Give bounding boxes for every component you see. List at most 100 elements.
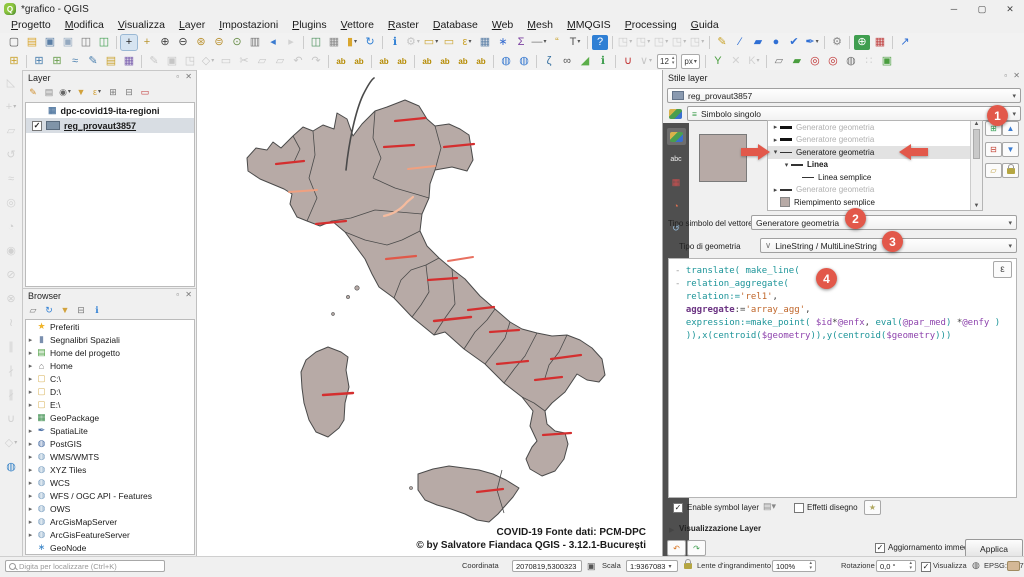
add-raster-layer-icon[interactable]: ⊞ (49, 54, 65, 69)
add-part-icon[interactable]: ◔ (3, 220, 19, 235)
tab-labels[interactable]: abc (667, 151, 686, 168)
open-attribute-table-icon[interactable]: ▦ (477, 35, 493, 50)
menu-database[interactable]: Database (426, 18, 485, 33)
browser-item-home[interactable]: ▸⌂Home (26, 359, 194, 372)
delete-ring-icon[interactable]: ⊘ (3, 268, 19, 283)
refresh-browser-icon[interactable]: ↻ (42, 304, 56, 317)
label-pin-unpin-icon[interactable]: ab (419, 54, 435, 69)
select-features-icon[interactable]: ▭▾ (423, 35, 439, 50)
options-gear-icon[interactable]: ⚙ (829, 35, 845, 50)
merge-features-icon[interactable]: ∪ (3, 412, 19, 427)
tab-3d[interactable]: ▦ (667, 174, 686, 191)
lock-color-button[interactable] (1002, 163, 1019, 178)
browser-item-wfs-ogc-api[interactable]: ▸◍WFS / OGC API - Features (26, 489, 194, 502)
save-project-as-icon[interactable]: ▣ (60, 35, 76, 50)
snapping-options-icon[interactable]: ∨▾ (638, 54, 654, 69)
add-delimited-text-icon[interactable]: ✎ (85, 54, 101, 69)
lock-scale-icon[interactable] (684, 563, 692, 569)
annotation-marker-icon[interactable]: ✎ (714, 35, 730, 50)
topology-k-icon[interactable]: K▾ (746, 54, 762, 69)
render-checkbox[interactable]: ✓ (921, 562, 931, 572)
browser-item-home-progetto[interactable]: ▸▤Home del progetto (26, 346, 194, 359)
cut-features-icon[interactable]: ✂ (236, 54, 252, 69)
tab-symbology[interactable] (667, 128, 686, 145)
browser-item-postgis[interactable]: ▸◍PostGIS (26, 437, 194, 450)
help-contents-icon[interactable]: ? (592, 35, 608, 50)
profile-tool-icon[interactable]: ◢ (577, 54, 593, 69)
reshape-features-icon[interactable]: ≀ (3, 316, 19, 331)
expand-all-icon[interactable]: ⊞ (106, 86, 120, 99)
mmqgis-tool-icon[interactable]: ▦ (872, 35, 888, 50)
delete-selected-icon[interactable]: ▭ (218, 54, 234, 69)
rotation-spin[interactable]: 0,0 °▴▾ (876, 560, 916, 572)
data-defined-icon[interactable]: ▤▾ (763, 501, 776, 512)
menu-progetto[interactable]: Progetto (4, 18, 58, 33)
spatial-bookmarks-icon[interactable]: ▮▾ (344, 35, 360, 50)
data-source-manager-icon[interactable]: ⊞ (6, 54, 22, 69)
deselect-features-icon[interactable]: ▭ (441, 35, 457, 50)
save-layer-edits-icon[interactable]: ▣ (164, 54, 180, 69)
annotation-line-icon[interactable]: ∕ (732, 35, 748, 50)
filter-browser-icon[interactable]: ▼ (58, 304, 72, 317)
browser-item-c-drive[interactable]: ▸▢C:\ (26, 372, 194, 385)
select-by-expression-icon[interactable]: ε▾ (459, 35, 475, 50)
label-show-hide-icon[interactable]: ab (437, 54, 453, 69)
zoom-out-icon[interactable]: ⊖ (175, 35, 191, 50)
open-project-icon[interactable]: ▤ (24, 35, 40, 50)
open-styling-panel-icon[interactable]: ✎ (26, 86, 40, 99)
layer-info-icon[interactable]: ℹ (595, 54, 611, 69)
label-pin-icon[interactable]: ab (351, 54, 367, 69)
redo-edit-icon[interactable]: ↷ (308, 54, 324, 69)
layout-manager-icon[interactable]: ◫ (96, 35, 112, 50)
move-feature-icon[interactable]: +▾ (3, 100, 19, 115)
move-down-button[interactable]: ▼ (1002, 142, 1019, 157)
redo-style-button[interactable]: ↷ (687, 540, 706, 556)
symbol-type-combo[interactable]: Generatore geometria▾ (751, 215, 1017, 230)
manage-themes-icon[interactable]: ◉▾ (58, 86, 72, 99)
browser-item-arcgis-feature-server[interactable]: ▸◍ArcGisFeatureServer (26, 528, 194, 541)
renderer-combo[interactable]: ≡ Simbolo singolo▾ (687, 106, 1021, 121)
crs-globe-icon[interactable]: ◍ (972, 560, 980, 571)
tree-scrollbar[interactable]: ▲▼ (970, 121, 982, 210)
undo-edit-icon[interactable]: ↶ (290, 54, 306, 69)
layer-item-dpc-covid[interactable]: ▦ dpc-covid19-ita-regioni (26, 103, 194, 118)
annotation-svg-icon[interactable]: ✔ (786, 35, 802, 50)
plugin-search-icon[interactable]: ∞ (559, 54, 575, 69)
annotation-circle-icon[interactable]: ● (768, 35, 784, 50)
new-project-icon[interactable]: ▢ (6, 35, 22, 50)
add-group-icon[interactable]: ▤ (42, 86, 56, 99)
zoom-native-icon[interactable]: ▥ (247, 35, 263, 50)
filter-expression-icon[interactable]: ε▾ (90, 86, 104, 99)
copy-features-icon[interactable]: ▱ (254, 54, 270, 69)
label-highlight-icon[interactable]: ab (376, 54, 392, 69)
duplicate-button[interactable]: ▱ (985, 163, 1002, 178)
new-3d-map-view-icon[interactable]: ▦ (326, 35, 342, 50)
vertex-editor-icon[interactable]: ◇▾ (3, 436, 19, 451)
layer-item-reg-provaut[interactable]: ✓ reg_provaut3857 (26, 118, 194, 133)
symbol-layer-row-1[interactable]: ▸Generatore geometria (768, 134, 982, 147)
menu-plugins[interactable]: Plugins (285, 18, 333, 33)
add-mesh-layer-icon[interactable]: ≈ (67, 54, 83, 69)
menu-raster[interactable]: Raster (381, 18, 426, 33)
new-print-layout-icon[interactable]: ◫ (78, 35, 94, 50)
zoom-to-problem-icon[interactable]: ◎ (807, 54, 823, 69)
snap-units-select[interactable]: px▾ (681, 54, 699, 69)
expand-caret-icon[interactable]: ▶ (669, 526, 674, 534)
field-calculator-icon[interactable]: ∗ (495, 35, 511, 50)
layer-selector-combo[interactable]: reg_provaut3857▾ (667, 88, 1021, 103)
menu-mmqgis[interactable]: MMQGIS (560, 18, 618, 33)
vertex-tool-c-icon[interactable]: ◳▾ (653, 35, 669, 50)
refresh-map-icon[interactable]: ↻ (362, 35, 378, 50)
add-selected-layers-icon[interactable]: ▱ (26, 304, 40, 317)
menu-visualizza[interactable]: Visualizza (111, 18, 172, 33)
fill-ring-icon[interactable]: ◉ (3, 244, 19, 259)
scale-combo[interactable]: 1:9367083▾ (626, 560, 678, 572)
draw-effects-checkbox[interactable] (794, 503, 804, 513)
browser-item-geonode[interactable]: ∗GeoNode (26, 541, 194, 554)
symbol-layer-row-0[interactable]: ▸Generatore geometria (768, 121, 982, 134)
copy-move-feature-icon[interactable]: ▱ (3, 124, 19, 139)
symbol-layer-row-5[interactable]: ▸Generatore geometria (768, 184, 982, 197)
run-feature-action-icon[interactable]: ⚙▾ (405, 35, 421, 50)
minimize-button[interactable]: ─ (940, 1, 968, 18)
statistics-panel-icon[interactable]: Σ (513, 35, 529, 50)
